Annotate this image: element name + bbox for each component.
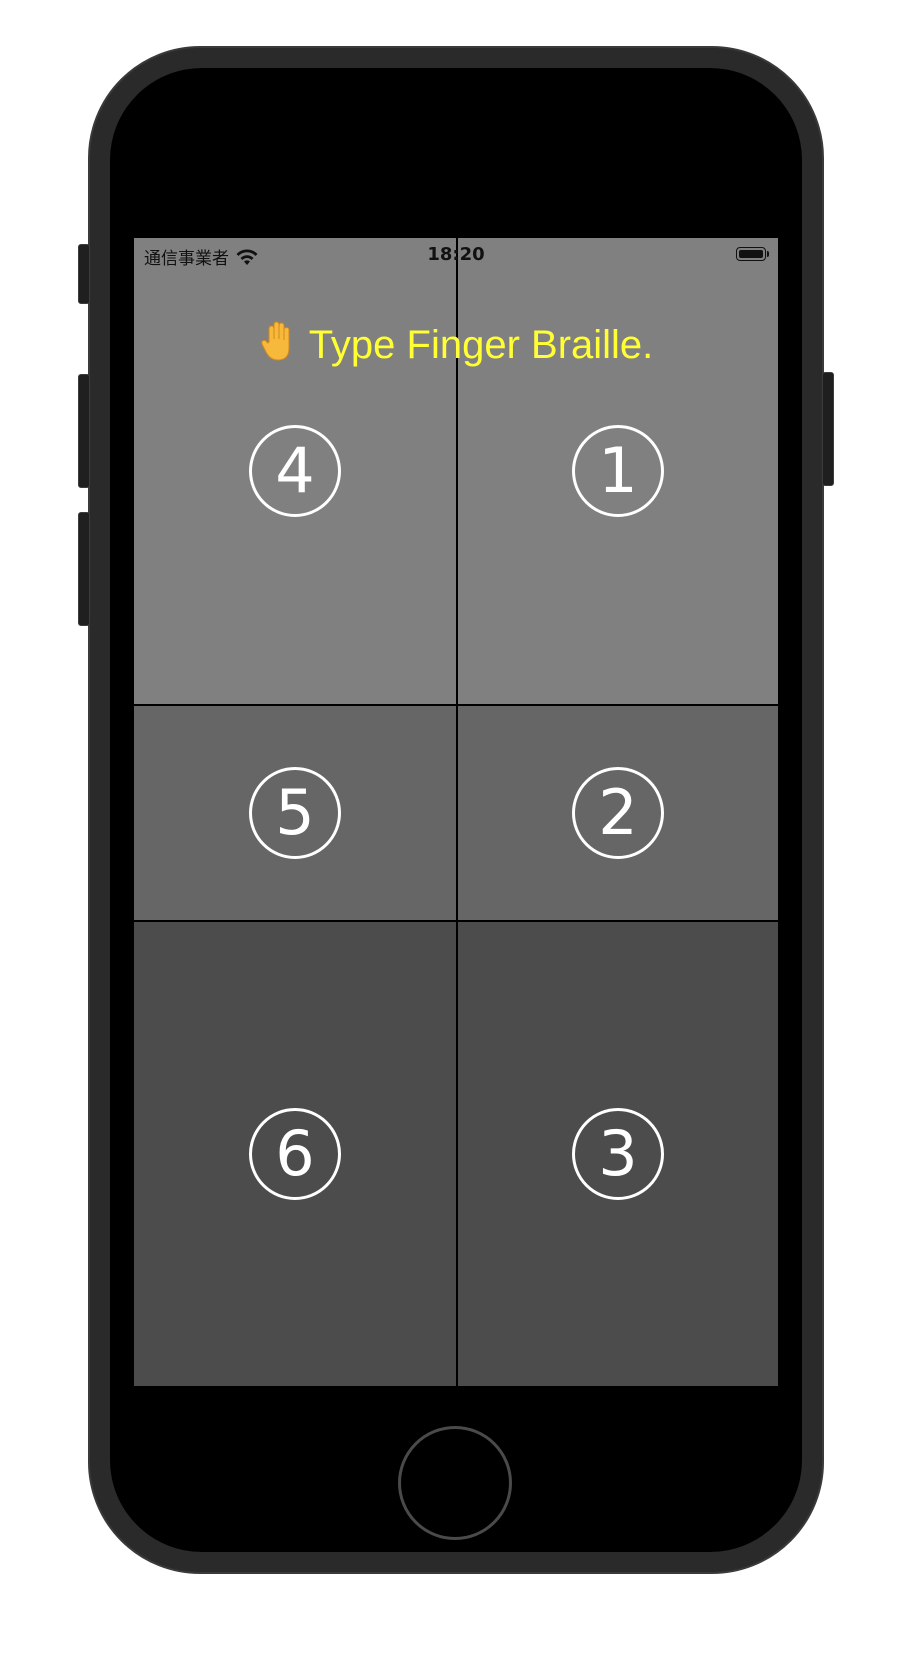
key-5-label: 5 — [249, 767, 341, 859]
braille-key-6[interactable]: 6 — [134, 920, 456, 1386]
app-screen: 通信事業者 18:20 4 1 5 2 6 3 Type Finger Brai… — [134, 238, 778, 1386]
braille-key-grid: 4 1 5 2 6 3 — [134, 238, 778, 1386]
key-3-label: 3 — [572, 1108, 664, 1200]
braille-key-1[interactable]: 1 — [456, 238, 778, 704]
key-2-label: 2 — [572, 767, 664, 859]
power-button — [822, 372, 834, 486]
volume-up-button — [78, 374, 90, 488]
status-bar: 通信事業者 18:20 — [134, 238, 778, 272]
braille-key-5[interactable]: 5 — [134, 704, 456, 920]
volume-down-button — [78, 512, 90, 626]
braille-key-4[interactable]: 4 — [134, 238, 456, 704]
braille-key-3[interactable]: 3 — [456, 920, 778, 1386]
braille-key-2[interactable]: 2 — [456, 704, 778, 920]
key-4-label: 4 — [249, 425, 341, 517]
key-6-label: 6 — [249, 1108, 341, 1200]
status-time: 18:20 — [427, 244, 485, 265]
home-button[interactable] — [398, 1426, 512, 1540]
mute-switch — [78, 244, 90, 304]
key-1-label: 1 — [572, 425, 664, 517]
battery-icon — [736, 247, 770, 263]
